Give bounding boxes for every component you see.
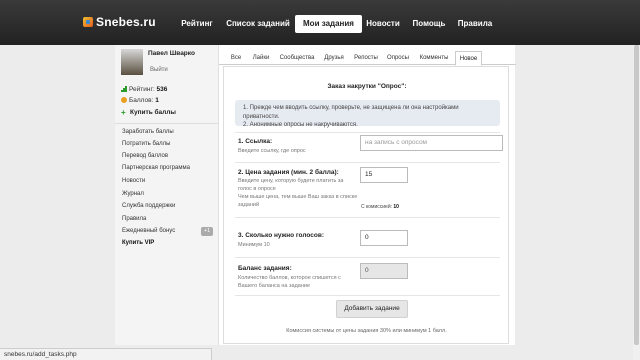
bonus-badge: +1	[201, 227, 213, 236]
rating-bars-icon	[121, 86, 127, 92]
fee-value: 10	[393, 204, 399, 210]
task-balance-hint: Количество баллов, которое спишется с Ва…	[238, 275, 341, 289]
tab-communities[interactable]: Сообщества	[277, 51, 317, 65]
browser-status-bar: snebes.ru/add_tasks.php	[0, 348, 212, 360]
commission-note: Комиссия системы от цены задания 30% или…	[286, 328, 447, 334]
tab-comments[interactable]: Комменты	[415, 51, 453, 65]
form-separator	[235, 217, 500, 218]
nav-my-tasks[interactable]: Мои задания	[295, 15, 362, 33]
price-hint-2: Чем выше цена, тем выше Ваш заказ в спис…	[238, 194, 358, 208]
tab-polls[interactable]: Опросы	[385, 51, 411, 65]
form-title: Заказ накрутки "Опрос":	[327, 83, 407, 90]
balance-value: 1	[155, 97, 159, 104]
nav-news[interactable]: Новости	[363, 15, 403, 33]
votes-hint: Минимум 10	[238, 242, 270, 248]
notice-line-2: 2. Анонимные опросы не накручиваются.	[243, 122, 358, 128]
tab-likes[interactable]: Лайки	[249, 51, 273, 65]
nav-rating[interactable]: Рейтинг	[172, 15, 222, 33]
logout-link[interactable]: Выйти	[150, 67, 168, 73]
form-separator	[235, 162, 500, 163]
tab-new[interactable]: Новое	[455, 51, 482, 66]
order-form-panel: Заказ накрутки "Опрос": 1. Прежде чем вв…	[223, 66, 509, 344]
sidebar-divider	[115, 123, 218, 124]
price-hint-1: Введите цену, которую будете платить за …	[238, 178, 344, 192]
logo-text: Snebes.ru	[96, 15, 156, 29]
rating-value: 536	[156, 86, 168, 93]
nav-rules[interactable]: Правила	[455, 15, 495, 33]
avatar[interactable]	[121, 49, 143, 75]
sidebar-item-journal[interactable]: Журнал	[122, 191, 144, 197]
buy-points-link[interactable]: + Купить баллы	[121, 108, 176, 117]
task-balance-label: Баланс задания:	[238, 265, 292, 272]
plus-icon: +	[121, 108, 126, 117]
top-navigation-bar: Snebes.ru Рейтинг Список заданий Мои зад…	[0, 0, 640, 45]
logo-icon	[83, 17, 93, 27]
votes-input[interactable]: 0	[360, 230, 408, 246]
balance-stat: Баллов: 1	[121, 97, 159, 104]
username[interactable]: Павел Шварко	[148, 50, 195, 57]
scrollbar-thumb[interactable]	[634, 45, 639, 345]
sidebar-item-support[interactable]: Служба поддержки	[122, 203, 175, 209]
fee-label: С комиссией:	[361, 204, 393, 210]
sidebar-item-spend[interactable]: Потратить баллы	[122, 141, 170, 147]
add-task-button[interactable]: Добавить задание	[336, 300, 408, 318]
balance-label: Баллов:	[129, 97, 154, 104]
task-balance-field: 0	[360, 263, 408, 279]
task-type-tabs: Все Лайки Сообщества Друзья Репосты Опро…	[219, 51, 516, 66]
link-hint: Введите ссылку, где опрос	[238, 148, 306, 154]
buy-points-label: Купить баллы	[130, 109, 176, 116]
main-content: Все Лайки Сообщества Друзья Репосты Опро…	[218, 45, 516, 345]
page-scrollbar[interactable]	[633, 45, 640, 360]
rating-label: Рейтинг:	[129, 86, 155, 93]
tab-friends[interactable]: Друзья	[321, 51, 347, 65]
link-label: 1. Ссылка:	[238, 138, 273, 145]
sidebar-item-rules[interactable]: Правила	[122, 216, 146, 222]
rating-stat: Рейтинг: 536	[121, 86, 167, 93]
privacy-notice: 1. Прежде чем вводить ссылку, проверьте,…	[235, 100, 500, 128]
sidebar-item-affiliate[interactable]: Партнерская программа	[122, 165, 190, 171]
coin-icon	[121, 97, 127, 103]
form-separator	[235, 257, 500, 258]
nav-task-list[interactable]: Список заданий	[222, 15, 294, 33]
votes-label: 3. Сколько нужно голосов:	[238, 232, 325, 239]
fee-info: С комиссией: 10	[361, 204, 399, 210]
site-logo[interactable]: Snebes.ru	[83, 15, 156, 29]
tab-all[interactable]: Все	[227, 51, 245, 65]
nav-help[interactable]: Помощь	[409, 15, 449, 33]
notice-line-1: 1. Прежде чем вводить ссылку, проверьте,…	[243, 105, 459, 120]
sidebar-item-earn[interactable]: Заработать баллы	[122, 129, 174, 135]
price-input[interactable]: 15	[360, 167, 408, 183]
price-label: 2. Цена задания (мин. 2 балла):	[238, 169, 339, 176]
tab-reposts[interactable]: Репосты	[351, 51, 381, 65]
sidebar-item-news[interactable]: Новости	[122, 178, 145, 184]
sidebar: Павел Шварко Выйти Рейтинг: 536 Баллов: …	[115, 45, 218, 345]
form-separator	[235, 132, 500, 133]
form-separator	[235, 295, 500, 296]
sidebar-item-buy-vip[interactable]: Купить VIP	[122, 240, 154, 246]
sidebar-item-transfer[interactable]: Перевод баллов	[122, 153, 168, 159]
sidebar-item-daily-bonus[interactable]: Ежедневный бонус	[122, 228, 175, 234]
link-input[interactable]: на запись с опросом	[360, 135, 503, 151]
